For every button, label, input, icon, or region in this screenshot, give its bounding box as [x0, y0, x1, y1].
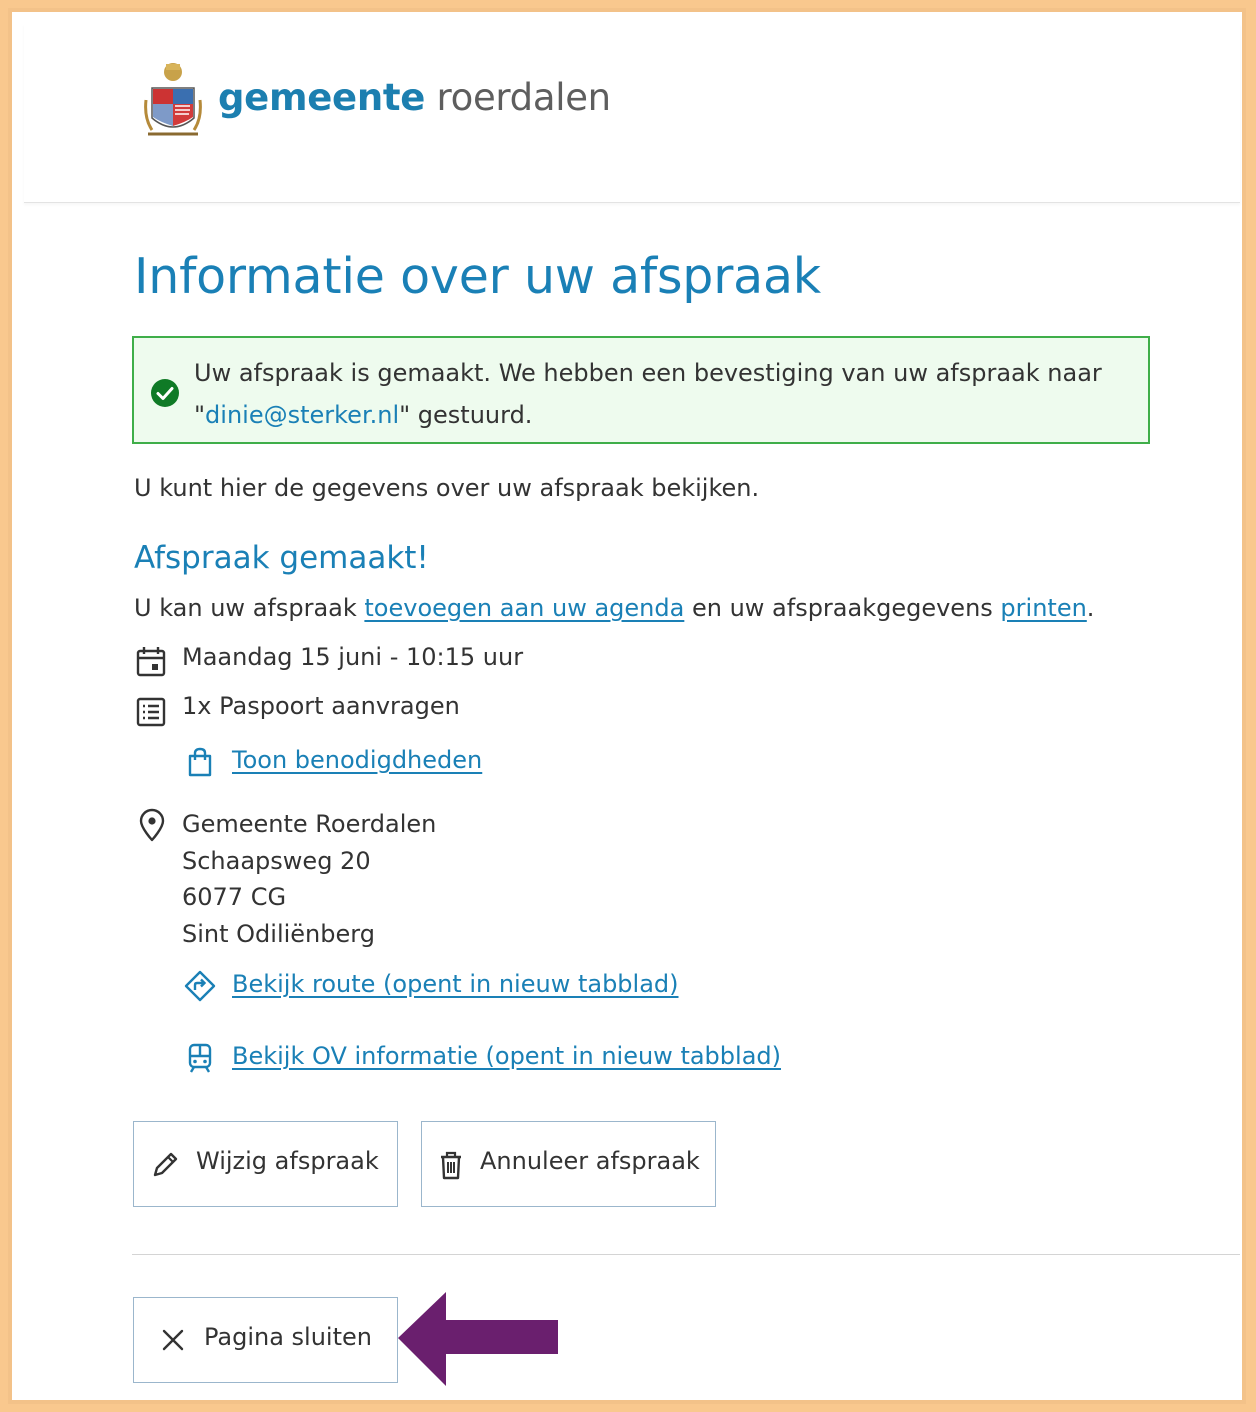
brand-name-light: roerdalen	[436, 76, 612, 119]
list-icon	[136, 697, 166, 727]
show-requirements-link[interactable]: Toon benodigdheden	[232, 746, 482, 774]
change-appointment-label: Wijzig afspraak	[196, 1147, 379, 1175]
route-link-row: Bekijk route (opent in nieuw tabblad)	[184, 970, 744, 1006]
intro-text: U kan uw afspraak toevoegen aan uw agend…	[134, 594, 1094, 622]
location-street: Schaapsweg 20	[182, 846, 371, 875]
ov-link-row: Bekijk OV informatie (opent in nieuw tab…	[184, 1042, 844, 1078]
directions-icon	[184, 970, 216, 1002]
add-to-calendar-link[interactable]: toevoegen aan uw agenda	[364, 594, 684, 622]
print-link[interactable]: printen	[1000, 594, 1086, 622]
location-address: Gemeente Roerdalen Schaapsweg 20 6077 CG…	[182, 806, 436, 952]
site-header: gemeente roerdalen	[24, 24, 1240, 203]
close-page-label: Pagina sluiten	[204, 1323, 372, 1351]
close-page-button[interactable]: Pagina sluiten	[133, 1297, 398, 1383]
appointment-datetime-row: Maandag 15 juni - 10:15 uur	[134, 643, 834, 679]
intro-middle: en uw afspraakgegevens	[684, 594, 1001, 622]
brand-name-bold: gemeente	[218, 76, 426, 119]
brand-name[interactable]: gemeente roerdalen	[218, 76, 611, 119]
alert-email: dinie@sterker.nl	[205, 401, 400, 429]
close-icon	[162, 1329, 184, 1351]
intro-after: .	[1086, 594, 1095, 622]
coat-of-arms-logo[interactable]	[144, 60, 202, 140]
public-transport-icon	[188, 1043, 212, 1073]
change-appointment-button[interactable]: Wijzig afspraak	[133, 1121, 398, 1207]
divider	[132, 1254, 1240, 1255]
location-name: Gemeente Roerdalen	[182, 810, 437, 838]
appointment-product-row: 1x Paspoort aanvragen	[134, 692, 834, 728]
requirements-link-row: Toon benodigdheden	[184, 746, 584, 782]
check-circle-icon	[151, 379, 179, 407]
shopping-bag-icon	[188, 747, 212, 777]
success-alert: Uw afspraak is gemaakt. We hebben een be…	[132, 336, 1150, 444]
alert-message: Uw afspraak is gemaakt. We hebben een be…	[194, 352, 1128, 436]
view-route-link[interactable]: Bekijk route (opent in nieuw tabblad)	[232, 970, 679, 998]
page-title: Informatie over uw afspraak	[134, 248, 821, 305]
trash-icon	[441, 1151, 461, 1180]
intro-before: U kan uw afspraak	[134, 594, 365, 622]
pencil-icon	[153, 1152, 178, 1177]
location-city: Sint Odiliënberg	[182, 919, 375, 948]
alert-text-after: " gestuurd.	[399, 401, 533, 429]
section-title: Afspraak gemaakt!	[134, 540, 429, 576]
appointment-product: 1x Paspoort aanvragen	[182, 692, 460, 720]
cancel-appointment-button[interactable]: Annuleer afspraak	[421, 1121, 716, 1207]
view-ov-info-link[interactable]: Bekijk OV informatie (opent in nieuw tab…	[232, 1042, 781, 1070]
calendar-icon	[136, 647, 166, 677]
cancel-appointment-label: Annuleer afspraak	[480, 1147, 700, 1175]
location-postcode: 6077 CG	[182, 883, 287, 911]
pointer-arrow-annotation	[398, 1292, 558, 1386]
lead-text: U kunt hier de gegevens over uw afspraak…	[134, 474, 760, 502]
location-pin-icon	[139, 808, 165, 842]
appointment-datetime: Maandag 15 juni - 10:15 uur	[182, 643, 524, 671]
